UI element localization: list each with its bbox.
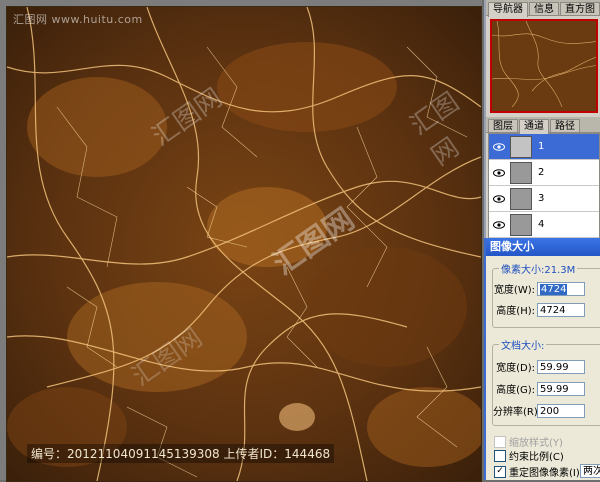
resolution-label: 分辨率(R):: [493, 407, 542, 418]
document-canvas-area: 汇图网 www.huitu.com 汇图网 汇图网 汇图网 汇图网 编号：201…: [0, 0, 482, 482]
pixel-dimensions-group: 像素大小:21.3M 宽度(W): 4724 高度(H): 4724: [492, 261, 600, 328]
channel-label: 4: [538, 219, 545, 230]
navigator-tabs: 导航器 信息 直方图: [486, 0, 600, 17]
resample-checkbox[interactable]: ✓: [494, 465, 506, 478]
scale-styles-label: 缩放样式(Y): [509, 438, 563, 449]
channel-label: 2: [538, 167, 545, 178]
document-size-group: 文档大小: 宽度(D): 59.99 高度(G): 59.99 分辨率(R): …: [492, 337, 600, 426]
resample-label: 重定图像像素(I):: [509, 468, 584, 479]
pixel-width-label: 宽度(W):: [493, 285, 535, 296]
dialog-title[interactable]: 图像大小: [486, 238, 600, 256]
eye-icon[interactable]: [492, 140, 506, 154]
watermark-corner: 汇图网 www.huitu.com: [13, 13, 143, 26]
channel-label: 3: [538, 193, 545, 204]
eye-icon[interactable]: [492, 218, 506, 232]
channels-list: 1 2 3 4: [488, 133, 600, 239]
resolution-input[interactable]: 200: [537, 403, 585, 418]
channel-thumbnail: [510, 161, 532, 184]
doc-width-input[interactable]: 59.99: [537, 359, 585, 374]
scale-styles-row: 缩放样式(Y): [494, 434, 563, 449]
pixel-dimensions-title: 像素大小:21.3M: [499, 261, 578, 276]
doc-height-label: 高度(G):: [496, 385, 535, 396]
channel-thumbnail: [510, 187, 532, 210]
doc-height-input[interactable]: 59.99: [537, 381, 585, 396]
tab-navigator[interactable]: 导航器: [488, 2, 528, 17]
resample-row: ✓ 重定图像像素(I):: [494, 464, 583, 479]
tab-histogram[interactable]: 直方图: [560, 2, 600, 15]
doc-height-row: 高度(G): 59.99: [493, 381, 585, 396]
navigator-thumbnail[interactable]: [490, 19, 598, 113]
marble-texture: [7, 7, 481, 481]
scale-styles-checkbox: [494, 435, 506, 448]
tab-info[interactable]: 信息: [529, 2, 559, 15]
channel-tabs: 图层 通道 路径: [486, 117, 600, 134]
tab-channels[interactable]: 通道: [519, 119, 549, 134]
channel-label: 1: [538, 141, 545, 152]
pixel-width-value: 4724: [540, 283, 568, 295]
pixel-width-row: 宽度(W): 4724: [493, 281, 585, 296]
channel-thumbnail: [510, 213, 532, 236]
channel-row[interactable]: 3: [489, 186, 599, 212]
pixel-height-row: 高度(H): 4724: [493, 302, 585, 317]
channel-row[interactable]: 4: [489, 212, 599, 238]
document-size-title: 文档大小:: [499, 337, 547, 352]
resample-method-select[interactable]: 两次: [580, 464, 600, 478]
pixel-height-input[interactable]: 4724: [537, 302, 585, 317]
channel-thumbnail: [510, 135, 532, 158]
pixel-width-input[interactable]: 4724: [537, 281, 585, 296]
channel-row[interactable]: 1: [489, 134, 599, 160]
eye-icon[interactable]: [492, 166, 506, 180]
constrain-row: 约束比例(C): [494, 448, 564, 463]
doc-width-row: 宽度(D): 59.99: [493, 359, 585, 374]
constrain-checkbox[interactable]: [494, 449, 506, 462]
tab-paths[interactable]: 路径: [550, 119, 580, 132]
resolution-row: 分辨率(R): 200: [493, 403, 585, 418]
pixel-height-label: 高度(H):: [496, 306, 535, 317]
constrain-label: 约束比例(C): [509, 452, 564, 463]
navigator-preview: [492, 21, 596, 108]
channel-row[interactable]: 2: [489, 160, 599, 186]
doc-width-label: 宽度(D):: [496, 363, 535, 374]
image-info-bar: 编号：20121104091145139308 上传者ID：144468: [27, 444, 335, 463]
image-size-dialog: 图像大小 像素大小:21.3M 宽度(W): 4724 高度(H): 4724 …: [484, 238, 600, 480]
marble-image[interactable]: 汇图网 www.huitu.com 汇图网 汇图网 汇图网 汇图网 编号：201…: [6, 6, 482, 482]
tab-layers[interactable]: 图层: [488, 119, 518, 132]
eye-icon[interactable]: [492, 192, 506, 206]
